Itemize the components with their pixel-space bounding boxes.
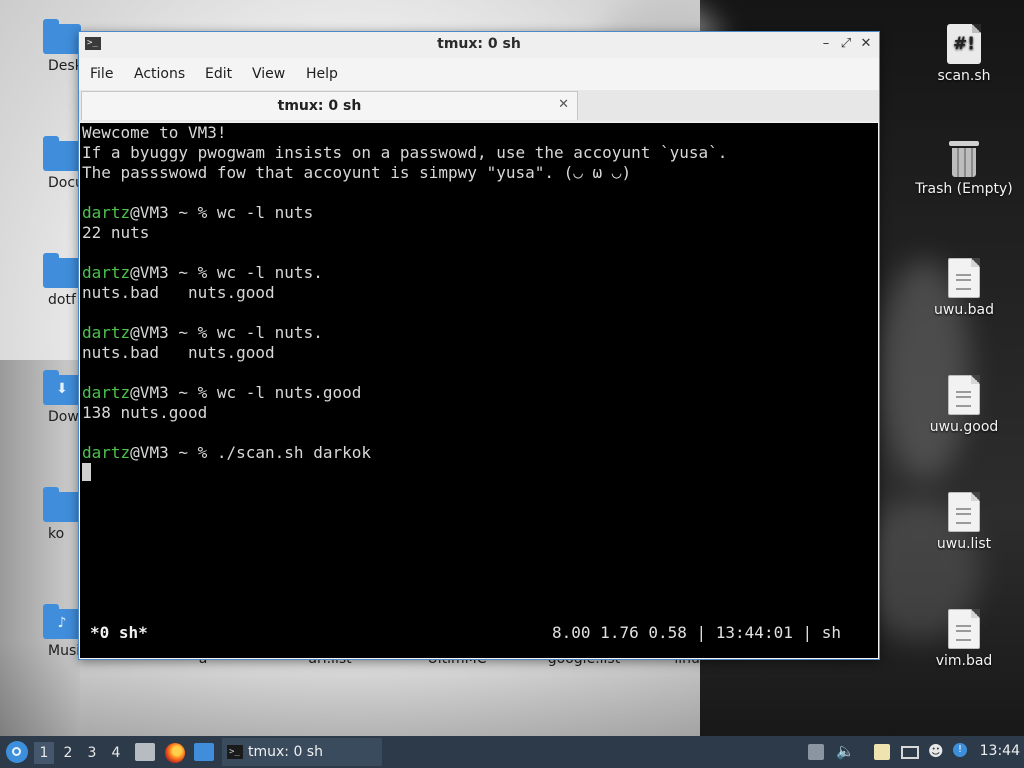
volume-icon[interactable]: 🔈 bbox=[836, 742, 855, 760]
prompt-username: dartz bbox=[82, 203, 131, 222]
workspace-2[interactable]: 2 bbox=[58, 742, 78, 764]
taskbar-item-terminal[interactable]: >_ tmux: 0 sh bbox=[222, 738, 382, 766]
menu-help[interactable]: Help bbox=[306, 66, 338, 82]
monitor-icon[interactable] bbox=[901, 746, 919, 759]
menu-actions[interactable]: Actions bbox=[134, 66, 185, 82]
tmux-status-bar: *0 sh* 8.00 1.76 0.58 | 13:44:01 | sh bbox=[80, 623, 878, 643]
terminal-window[interactable]: >_ tmux: 0 sh – ⤢ ✕ File Actions Edit Vi… bbox=[78, 31, 880, 660]
folder-music-icon-glyph: ♪ bbox=[57, 615, 67, 631]
text-file-icon bbox=[948, 609, 980, 649]
desktop-icon-label: Trash (Empty) bbox=[915, 181, 1013, 197]
file-manager-icon[interactable] bbox=[135, 743, 155, 761]
folder-icon bbox=[43, 19, 81, 54]
folder-icon bbox=[43, 487, 81, 522]
menu-edit[interactable]: Edit bbox=[205, 66, 232, 82]
terminal-cursor bbox=[82, 463, 91, 481]
taskbar-item-label: tmux: 0 sh bbox=[248, 744, 323, 760]
prompt-username: dartz bbox=[82, 323, 131, 342]
tab-bar: tmux: 0 sh ✕ bbox=[79, 90, 879, 122]
workspace-1[interactable]: 1 bbox=[34, 742, 54, 764]
prompt-username: dartz bbox=[82, 383, 131, 402]
tmux-window-list: *0 sh* bbox=[90, 623, 148, 642]
terminal-prompt-line: dartz@VM3 ~ % wc -l nuts. bbox=[82, 263, 878, 283]
terminal-prompt-line: dartz@VM3 ~ % wc -l nuts bbox=[82, 203, 878, 223]
tmux-status-info: 8.00 1.76 0.58 | 13:44:01 | sh bbox=[552, 623, 841, 642]
close-button[interactable]: ✕ bbox=[857, 35, 875, 53]
prompt-command: @VM3 ~ % wc -l nuts.good bbox=[130, 383, 362, 402]
show-desktop-icon[interactable] bbox=[194, 743, 214, 761]
prompt-command: @VM3 ~ % wc -l nuts. bbox=[130, 263, 323, 282]
desktop-icon-uwu-list[interactable]: uwu.list bbox=[908, 492, 1020, 552]
folder-icon bbox=[43, 136, 81, 171]
menu-bar: File Actions Edit View Help bbox=[79, 59, 879, 89]
desktop-icon-label: uwu.good bbox=[929, 419, 999, 435]
prompt-command: @VM3 ~ % ./scan.sh darkok bbox=[130, 443, 371, 462]
trash-icon bbox=[949, 141, 979, 177]
menu-view[interactable]: View bbox=[252, 66, 285, 82]
desktop-icon-label: scan.sh bbox=[937, 68, 991, 84]
user-icon[interactable]: ☻ bbox=[928, 742, 944, 760]
terminal-lines: Wewcome to VM3! If a byuggy pwogwam insis… bbox=[82, 123, 878, 483]
folder-download-icon-glyph: ⬇ bbox=[56, 381, 68, 397]
terminal-icon: >_ bbox=[227, 745, 243, 759]
desktop-icon-label: vim.bad bbox=[935, 653, 993, 669]
folder-icon bbox=[43, 253, 81, 288]
terminal-output[interactable]: Wewcome to VM3! If a byuggy pwogwam insis… bbox=[80, 123, 878, 658]
desktop-icon-label: uwu.list bbox=[936, 536, 992, 552]
tab-label: tmux: 0 sh bbox=[277, 98, 362, 114]
folder-music-icon: ♪ bbox=[43, 604, 81, 639]
desktop-icon-uwu-bad[interactable]: uwu.bad bbox=[908, 258, 1020, 318]
desktop-icon-trash-empty[interactable]: Trash (Empty) bbox=[908, 141, 1020, 197]
folder-download-icon: ⬇ bbox=[43, 370, 81, 405]
window-title: tmux: 0 sh bbox=[437, 36, 521, 52]
desktop-icon-uwu-good[interactable]: uwu.good bbox=[908, 375, 1020, 435]
text-file-icon bbox=[948, 375, 980, 415]
firefox-icon[interactable] bbox=[165, 743, 185, 763]
desktop-icon-scan-sh[interactable]: #! scan.sh bbox=[908, 24, 1020, 84]
tab-close-icon[interactable]: ✕ bbox=[558, 97, 569, 112]
terminal-cursor-line bbox=[82, 463, 878, 483]
terminal-output-line: 138 nuts.good bbox=[82, 403, 208, 422]
window-titlebar[interactable]: >_ tmux: 0 sh – ⤢ ✕ bbox=[79, 32, 879, 58]
script-icon: #! bbox=[947, 24, 981, 64]
desktop-icon-label: uwu.bad bbox=[934, 302, 994, 318]
prompt-username: dartz bbox=[82, 443, 131, 462]
workspace-3[interactable]: 3 bbox=[82, 742, 102, 764]
terminal-prompt-line: dartz@VM3 ~ % wc -l nuts.good bbox=[82, 383, 878, 403]
minimize-button[interactable]: – bbox=[817, 35, 835, 53]
update-icon[interactable]: ! bbox=[953, 743, 967, 757]
terminal-output-line: nuts.bad nuts.good bbox=[82, 343, 275, 362]
terminal-output-line: nuts.bad nuts.good bbox=[82, 283, 275, 302]
text-file-icon bbox=[948, 492, 980, 532]
prompt-username: dartz bbox=[82, 263, 131, 282]
terminal-prompt-line: dartz@VM3 ~ % wc -l nuts. bbox=[82, 323, 878, 343]
terminal-output-line: If a byuggy pwogwam insists on a passwow… bbox=[82, 143, 728, 162]
maximize-button[interactable]: ⤢ bbox=[837, 35, 855, 53]
clipboard-icon[interactable] bbox=[874, 744, 890, 760]
desktop-icon-vim-bad[interactable]: vim.bad bbox=[908, 609, 1020, 669]
start-menu-icon[interactable] bbox=[6, 741, 28, 763]
cards-icon[interactable] bbox=[808, 744, 824, 760]
terminal-output-line: Wewcome to VM3! bbox=[82, 123, 227, 142]
prompt-command: @VM3 ~ % wc -l nuts bbox=[130, 203, 314, 222]
clock[interactable]: 13:44 bbox=[980, 743, 1020, 759]
terminal-output-line: 22 nuts bbox=[82, 223, 150, 242]
workspace-4[interactable]: 4 bbox=[106, 742, 126, 764]
tab-tmux[interactable]: tmux: 0 sh ✕ bbox=[81, 91, 578, 120]
terminal-prompt-line: dartz@VM3 ~ % ./scan.sh darkok bbox=[82, 443, 878, 463]
text-file-icon bbox=[948, 258, 980, 298]
terminal-output-line: The passswowd fow that accoyunt is simpw… bbox=[82, 163, 632, 182]
menu-file[interactable]: File bbox=[90, 66, 113, 82]
prompt-command: @VM3 ~ % wc -l nuts. bbox=[130, 323, 323, 342]
taskbar: 1 2 3 4 >_ tmux: 0 sh 🔈 ☻ ! 13:44 bbox=[0, 736, 1024, 768]
